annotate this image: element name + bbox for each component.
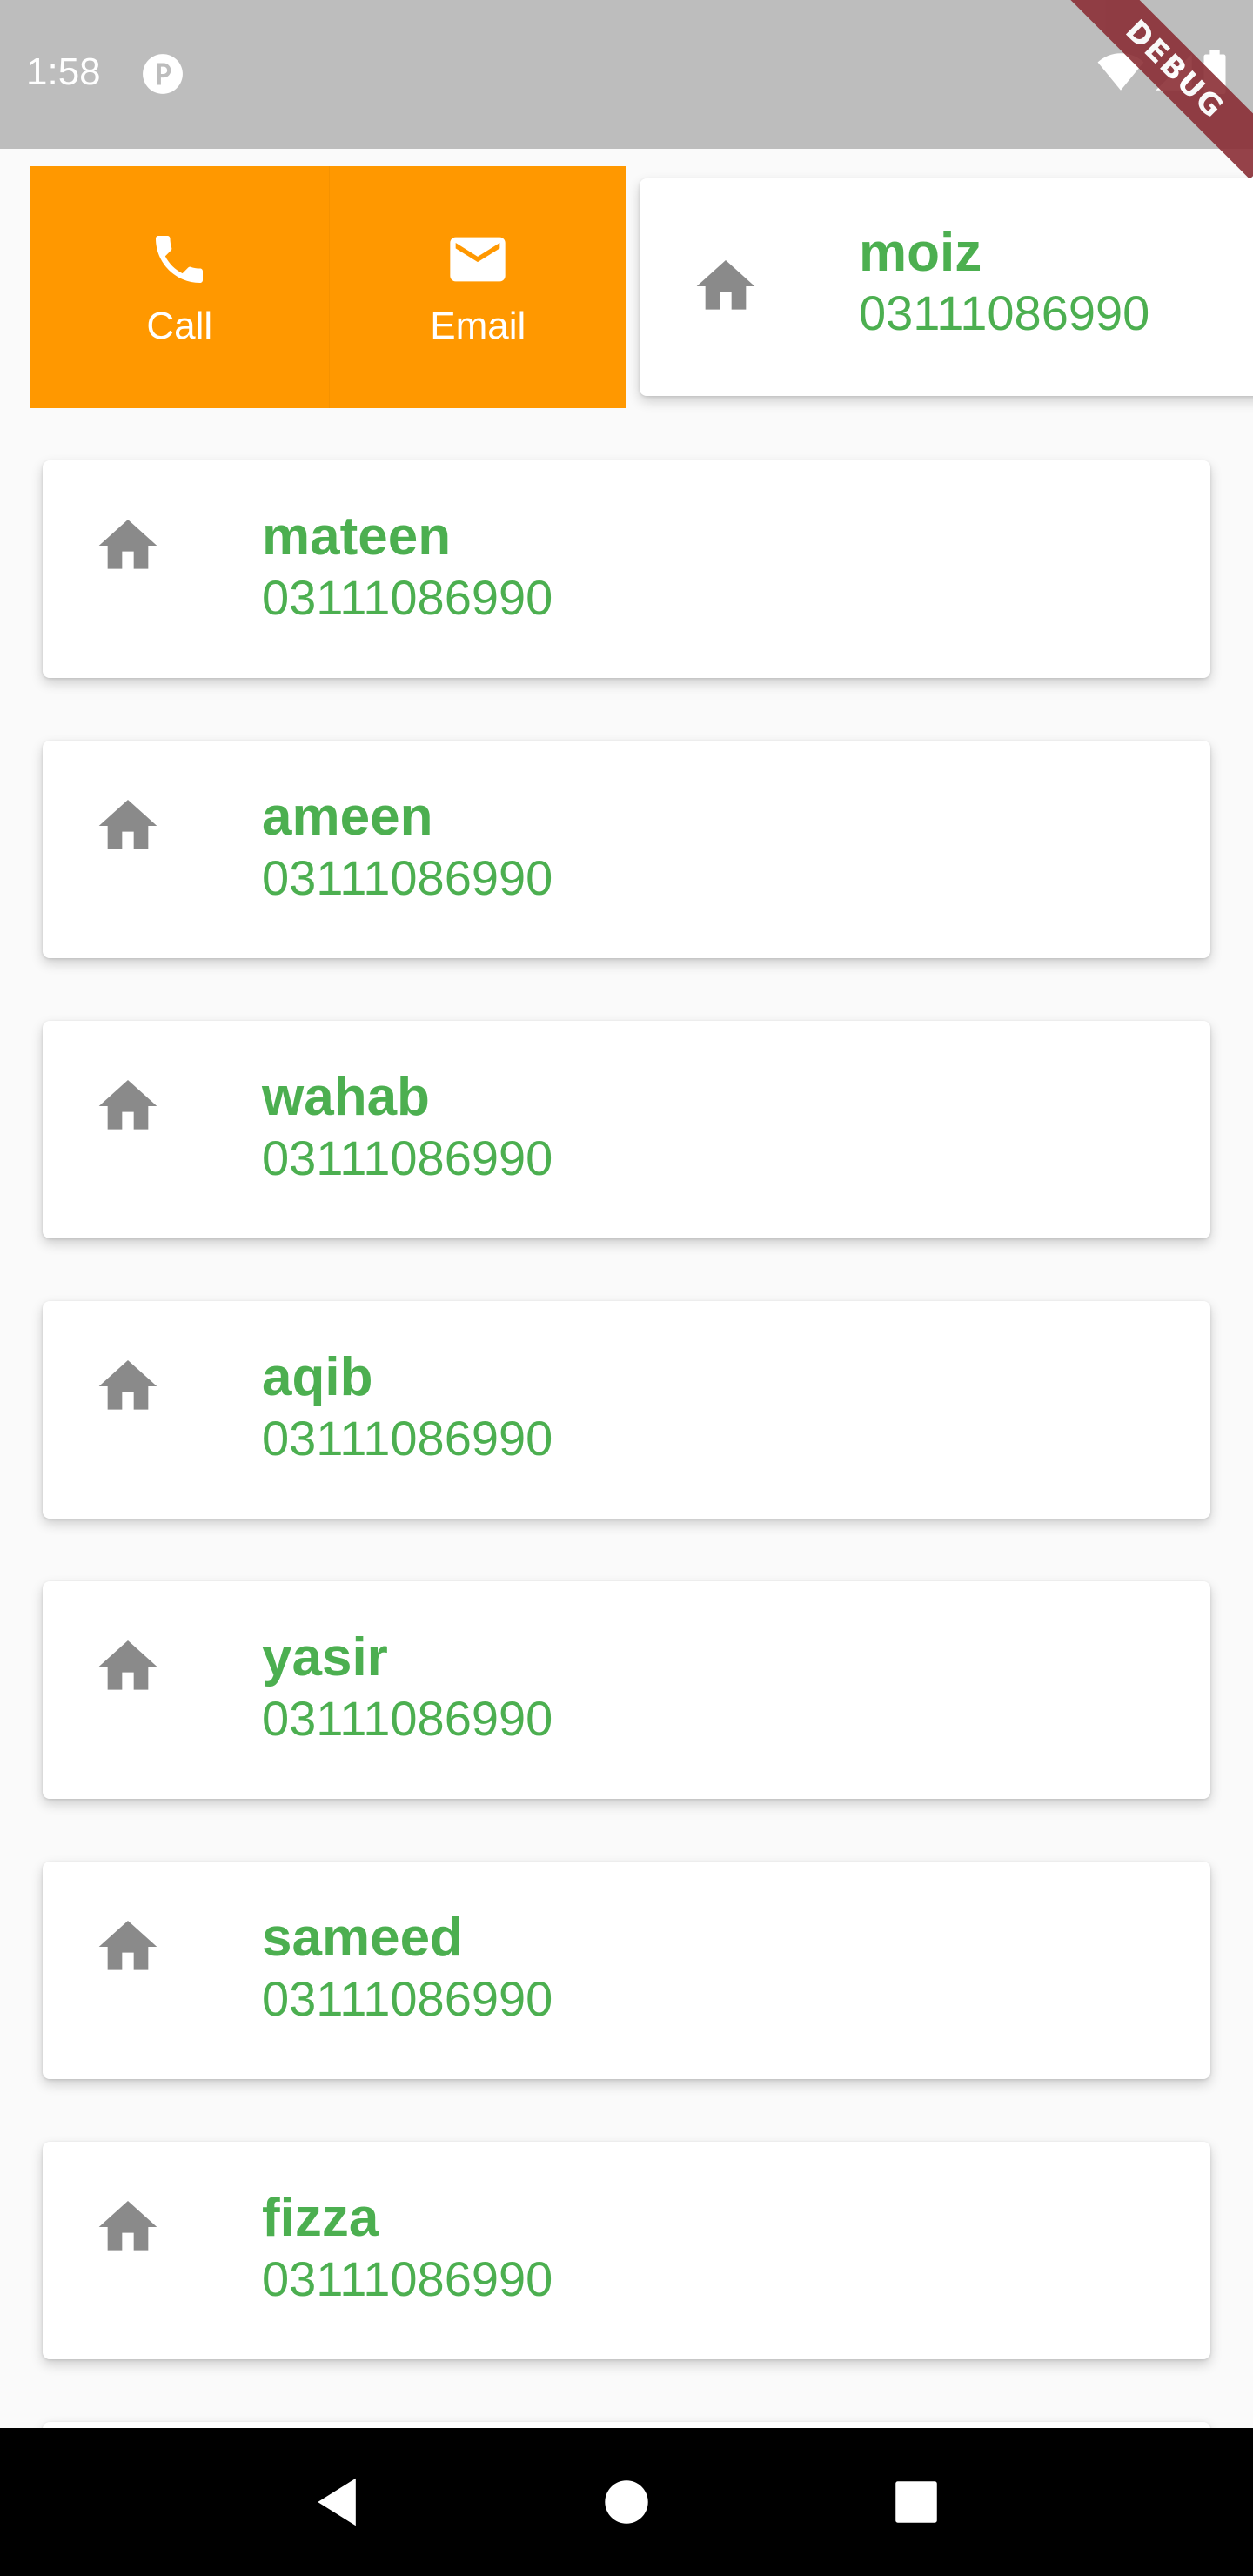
contact-card-sameed[interactable]: sameed 03111086990 [43, 1862, 1210, 2079]
contact-phone: 03111086990 [859, 285, 1150, 340]
back-icon [317, 2478, 356, 2526]
contact-list[interactable]: Call Email moiz 03111086990 mateen 03111… [0, 149, 1253, 2428]
contact-name: mateen [262, 506, 452, 567]
contact-phone: 03111086990 [262, 570, 553, 625]
contact-name: moiz [859, 223, 982, 283]
contact-card-aqib[interactable]: aqib 03111086990 [43, 1301, 1210, 1519]
recents-button[interactable] [886, 2472, 947, 2532]
status-bar: 1:58 DEBUG [0, 0, 1253, 179]
status-time: 1:58 [26, 50, 101, 93]
home-icon [98, 520, 157, 569]
home-icon [98, 1080, 157, 1130]
swiped-contact-row[interactable]: Call Email moiz 03111086990 [30, 166, 1253, 408]
phone-icon [146, 226, 212, 292]
call-action-button[interactable]: Call [30, 166, 329, 408]
wifi-icon [1097, 53, 1144, 91]
contact-phone: 03111086990 [262, 850, 553, 905]
contact-card-mateen[interactable]: mateen 03111086990 [43, 460, 1210, 678]
home-icon [98, 1921, 157, 1970]
screen: 1:58 DEBUG Call Email moiz 03111086990 m… [0, 0, 1253, 2576]
home-icon [98, 800, 157, 849]
contact-phone: 03111086990 [262, 2251, 553, 2306]
signal-icon [1156, 54, 1192, 91]
contact-name: aqib [262, 1347, 373, 1407]
contact-name: ameen [262, 787, 433, 847]
contact-phone: 03111086990 [262, 1130, 553, 1185]
recents-icon [895, 2481, 938, 2523]
contact-phone: 03111086990 [262, 1691, 553, 1746]
email-action-label: Email [430, 305, 526, 347]
battery-icon [1203, 50, 1226, 94]
contact-name: wahab [262, 1067, 430, 1127]
contact-name: yasir [262, 1627, 388, 1687]
home-icon [696, 260, 755, 310]
app-notification-icon [143, 54, 183, 94]
contact-phone: 03111086990 [262, 1971, 553, 2026]
contact-card-yasir[interactable]: yasir 03111086990 [43, 1581, 1210, 1799]
contact-card-fizza[interactable]: fizza 03111086990 [43, 2142, 1210, 2359]
contact-phone: 03111086990 [262, 1411, 553, 1466]
back-button[interactable] [306, 2472, 367, 2532]
contact-name: sameed [262, 1908, 463, 1968]
contact-name: fizza [262, 2188, 379, 2248]
contact-card-wahab[interactable]: wahab 03111086990 [43, 1021, 1210, 1238]
email-action-button[interactable]: Email [328, 166, 626, 408]
slide-actions: Call Email [30, 166, 626, 408]
contact-card-moiz[interactable]: moiz 03111086990 [640, 178, 1253, 396]
contact-card-ameen[interactable]: ameen 03111086990 [43, 741, 1210, 958]
home-button[interactable] [596, 2472, 657, 2532]
home-icon [98, 1360, 157, 1410]
home-icon [98, 2201, 157, 2251]
system-nav-bar [0, 2428, 1253, 2576]
mail-icon [445, 226, 511, 292]
contact-card-partial[interactable] [43, 2422, 1210, 2428]
call-action-label: Call [146, 305, 213, 347]
status-icons [1096, 50, 1227, 94]
home-icon [98, 1640, 157, 1690]
home-circle-icon [605, 2480, 648, 2524]
